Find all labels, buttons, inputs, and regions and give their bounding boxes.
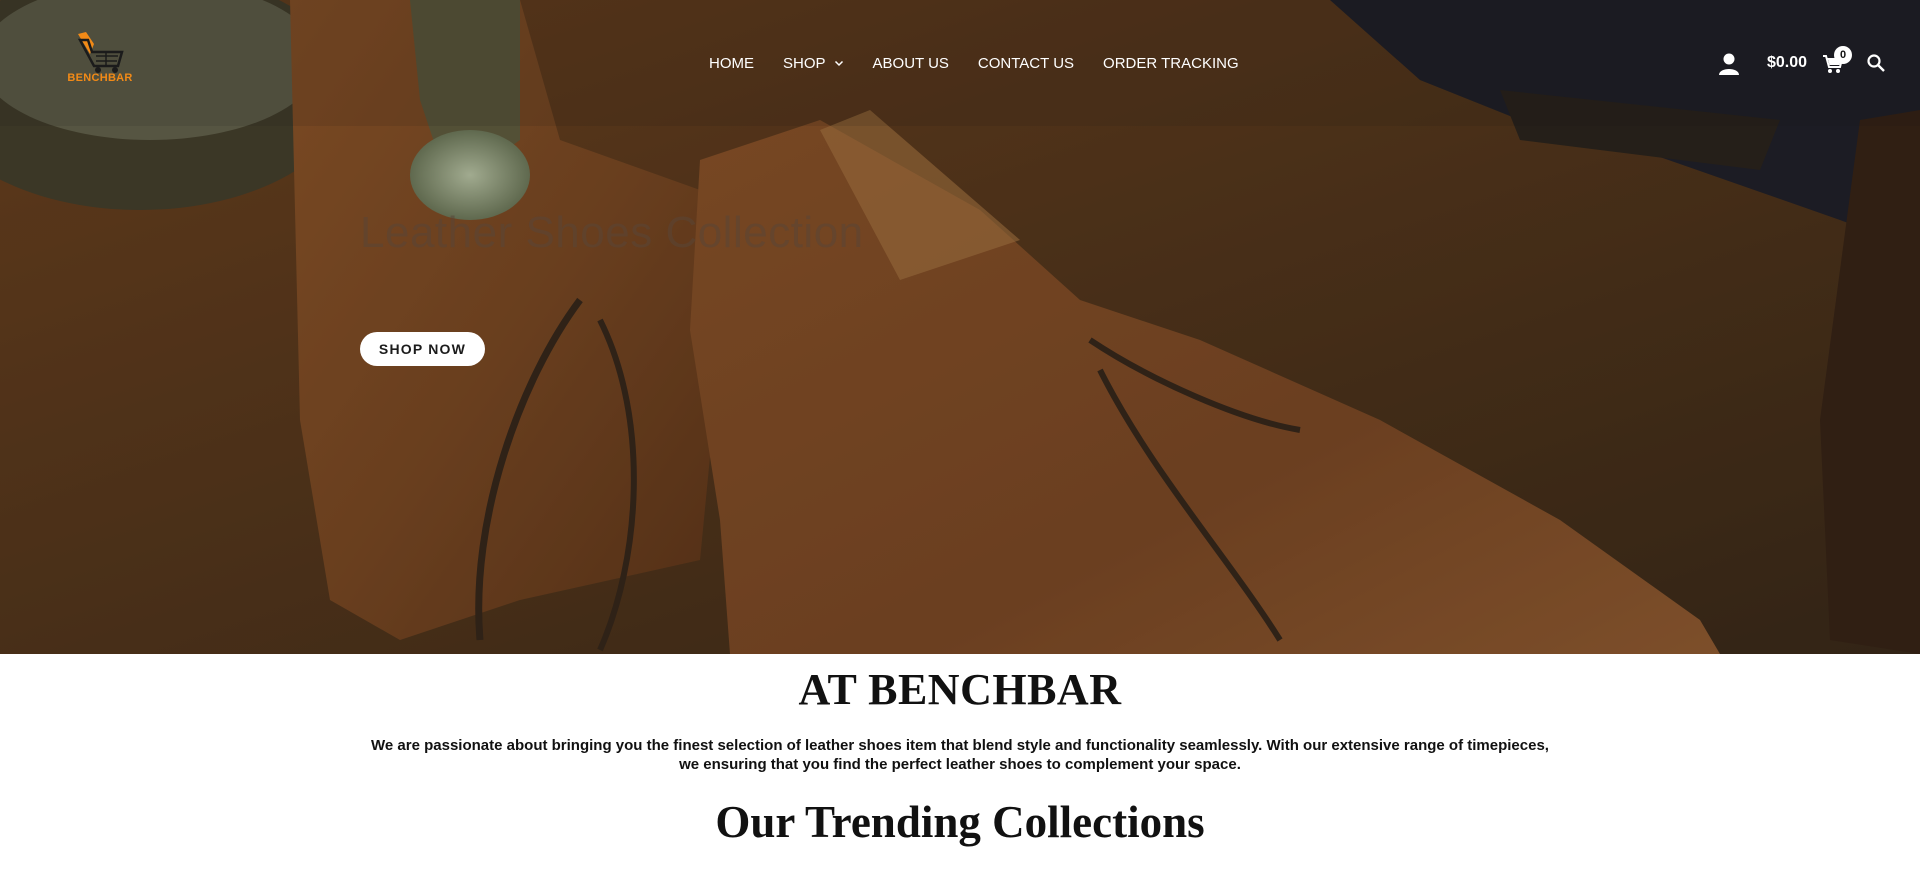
logo-text: BENCHBAR <box>67 72 133 84</box>
nav-contact-label: CONTACT US <box>977 54 1075 72</box>
nav-about-label: ABOUT US <box>872 54 949 72</box>
chevron-down-icon <box>834 60 843 67</box>
cart-logo-icon <box>77 32 124 73</box>
nav-home-label: HOME <box>709 54 754 72</box>
about-text: We are passionate about bringing you the… <box>371 737 1549 773</box>
nav-shop-label: SHOP <box>783 54 826 72</box>
nav-home[interactable]: HOME <box>709 55 754 72</box>
shop-now-button[interactable]: SHOP NOW <box>360 332 485 366</box>
cart-total[interactable]: $0.00 <box>1767 54 1807 72</box>
nav-about-us[interactable]: ABOUT US <box>873 55 949 72</box>
cart-count-badge: 0 <box>1834 46 1852 64</box>
hero-title: Leather Shoes Collection <box>360 208 864 257</box>
about-title: AT BENCHBAR <box>798 665 1122 714</box>
user-icon[interactable] <box>1718 52 1740 76</box>
nav-contact-us[interactable]: CONTACT US <box>978 55 1074 72</box>
trending-title: Our Trending Collections <box>715 797 1205 847</box>
nav-order-tracking-label: ORDER TRACKING <box>1103 54 1239 72</box>
site-header: BENCHBAR HOME SHOP ABOUT US CONTACT US O… <box>0 0 1920 126</box>
site-logo[interactable]: BENCHBAR <box>62 30 138 90</box>
main-nav: HOME SHOP ABOUT US CONTACT US ORDER TRAC… <box>709 52 1239 74</box>
nav-order-tracking[interactable]: ORDER TRACKING <box>1103 55 1239 72</box>
nav-shop[interactable]: SHOP <box>783 55 844 72</box>
search-icon[interactable] <box>1866 53 1886 73</box>
